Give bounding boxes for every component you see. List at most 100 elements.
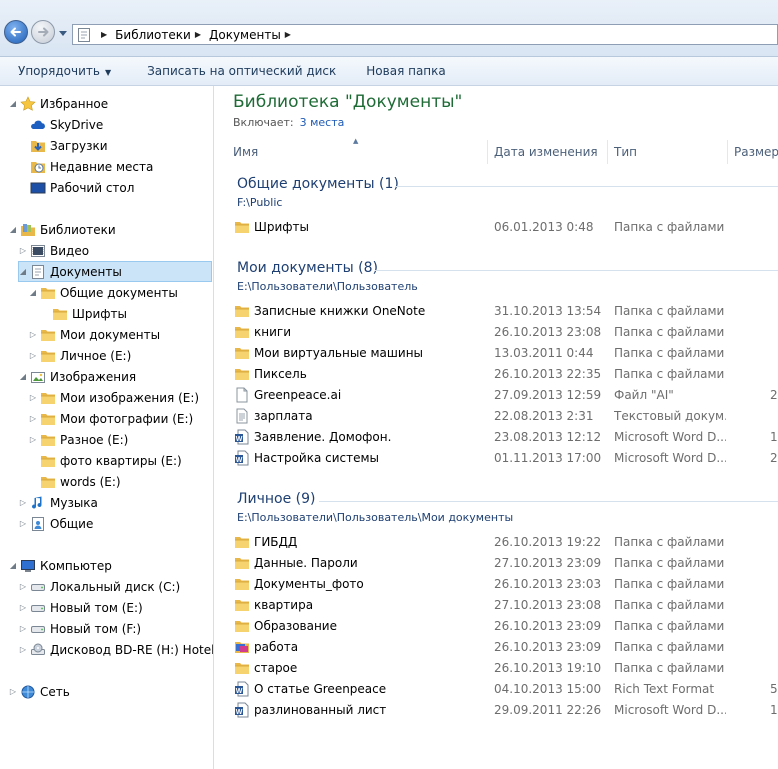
nav-item-label: Документы [50, 264, 122, 279]
burn-to-disc-button[interactable]: Записать на оптический диск [143, 64, 340, 78]
collapsed-chevron-icon[interactable]: ▷ [28, 351, 38, 360]
file-date: 26.10.2013 23:03 [494, 577, 602, 591]
folder-icon [234, 219, 250, 235]
back-button[interactable] [4, 20, 28, 44]
nav-item[interactable]: ▷ Локальный диск (C:) [18, 576, 180, 597]
collapsed-chevron-icon[interactable]: ▷ [18, 603, 28, 612]
file-row[interactable]: старое 26.10.2013 19:10 Папка с файлами [214, 658, 778, 679]
address-box[interactable]: ▶ Библиотеки ▶ Документы ▶ [72, 24, 778, 45]
file-row[interactable]: Шрифты 06.01.2013 0:48 Папка с файлами [214, 217, 778, 238]
nav-item[interactable]: фото квартиры (E:) [28, 450, 182, 471]
nav-item[interactable]: ◢ Библиотеки [8, 219, 116, 240]
file-row[interactable]: Пиксель 26.10.2013 22:35 Папка с файлами [214, 364, 778, 385]
file-row[interactable]: Данные. Пароли 27.10.2013 23:09 Папка с фа… [214, 553, 778, 574]
file-row[interactable]: Мои виртуальные машины 13.03.2011 0:44 Пап… [214, 343, 778, 364]
file-row[interactable]: Документы_фото 26.10.2013 23:03 Папка с фа… [214, 574, 778, 595]
nav-item[interactable]: ▷ Общие [18, 513, 93, 534]
file-row[interactable]: работа 26.10.2013 23:09 Папка с файлами [214, 637, 778, 658]
collapsed-chevron-icon[interactable]: ▷ [8, 687, 18, 696]
nav-item[interactable]: ◢ Изображения [18, 366, 136, 387]
breadcrumb-documents[interactable]: Документы ▶ [209, 28, 299, 42]
nav-item[interactable]: ◢ Общие документы [28, 282, 178, 303]
file-row[interactable]: Образование 26.10.2013 23:09 Папка с файла… [214, 616, 778, 637]
computer-icon [20, 558, 36, 574]
folder-icon [234, 618, 250, 634]
file-row[interactable]: квартира 27.10.2013 23:08 Папка с файлами [214, 595, 778, 616]
pictures-folder-icon [234, 639, 250, 655]
group-header[interactable]: Мои документы (8) [237, 260, 378, 276]
nav-item[interactable]: Рабочий стол [18, 177, 134, 198]
organize-button[interactable]: Упорядочить ▼ [14, 64, 115, 78]
column-header-type[interactable]: Тип [607, 140, 727, 164]
file-row[interactable]: W Заявление. Домофон. 23.08.2013 12:12 Micr… [214, 427, 778, 448]
nav-item[interactable]: ▷ Новый том (F:) [18, 618, 141, 639]
expanded-chevron-icon[interactable]: ◢ [28, 288, 38, 297]
nav-item[interactable]: SkyDrive [18, 114, 103, 135]
nav-item[interactable]: words (E:) [28, 471, 121, 492]
collapsed-chevron-icon[interactable]: ▷ [18, 624, 28, 633]
column-header-date[interactable]: Дата изменения [487, 140, 607, 164]
new-folder-button[interactable]: Новая папка [362, 64, 449, 78]
expanded-chevron-icon[interactable]: ◢ [18, 372, 28, 381]
collapsed-chevron-icon[interactable]: ▷ [28, 393, 38, 402]
collapsed-chevron-icon[interactable]: ▷ [18, 498, 28, 507]
nav-item-label: Локальный диск (C:) [50, 579, 181, 594]
nav-item[interactable]: Шрифты [40, 303, 127, 324]
nav-item-label: Мои документы [60, 327, 161, 342]
file-row[interactable]: Greenpeace.ai 27.09.2013 12:59 Файл "AI" 27 [214, 385, 778, 406]
file-name: книги [254, 325, 291, 339]
nav-item[interactable]: ▷ Мои документы [28, 324, 160, 345]
collapsed-chevron-icon[interactable]: ▷ [18, 582, 28, 591]
file-date: 13.03.2011 0:44 [494, 346, 594, 360]
nav-item[interactable]: ◢ Избранное [8, 93, 108, 114]
collapsed-chevron-icon[interactable]: ▷ [28, 330, 38, 339]
file-row[interactable]: зарплата 22.08.2013 2:31 Текстовый докум..… [214, 406, 778, 427]
nav-item[interactable]: ▷ Сеть [8, 681, 70, 702]
folder-icon [40, 411, 56, 427]
file-row[interactable]: Wразлинованный лист 29.09.2011 22:26 Micro… [214, 700, 778, 721]
column-header-size[interactable]: Размер [727, 140, 778, 164]
navigation-pane: ◢ Избранное SkyDrive Загрузки Недавние места… [0, 86, 214, 769]
expanded-chevron-icon[interactable]: ◢ [8, 561, 18, 570]
nav-item[interactable]: ▷ Дисковод BD-RE (H:) Hotel Ca [18, 639, 213, 660]
collapsed-chevron-icon[interactable]: ▷ [28, 435, 38, 444]
collapsed-chevron-icon[interactable]: ▷ [18, 246, 28, 255]
forward-button[interactable] [31, 20, 55, 44]
breadcrumb-libraries[interactable]: Библиотеки ▶ [115, 28, 209, 42]
file-name: разлинованный лист [254, 703, 387, 717]
file-name: Настройка системы [254, 451, 380, 465]
file-row[interactable]: книги 26.10.2013 23:08 Папка с файлами [214, 322, 778, 343]
nav-item[interactable]: ◢ Документы [18, 261, 122, 282]
nav-item-label: Музыка [50, 495, 98, 510]
nav-item[interactable]: ◢ Компьютер [8, 555, 112, 576]
library-locations-link[interactable]: 3 места [300, 116, 345, 129]
nav-item[interactable]: ▷ Мои фотографии (E:) [28, 408, 193, 429]
collapsed-chevron-icon[interactable]: ▷ [18, 645, 28, 654]
expanded-chevron-icon[interactable]: ◢ [8, 99, 18, 108]
folder-icon [234, 660, 250, 676]
libraries-icon [20, 222, 36, 238]
collapsed-chevron-icon[interactable]: ▷ [28, 414, 38, 423]
folder-icon [234, 366, 250, 382]
expanded-chevron-icon[interactable]: ◢ [18, 267, 28, 276]
expanded-chevron-icon[interactable]: ◢ [8, 225, 18, 234]
nav-item[interactable]: ▷ Мои изображения (E:) [28, 387, 199, 408]
optical-drive-icon [30, 642, 46, 658]
file-row[interactable]: W О статье Greenpeace 04.10.2013 15:00 Rich… [214, 679, 778, 700]
file-row[interactable]: W Настройка системы 01.11.2013 17:00 Micros… [214, 448, 778, 469]
group-path: E:\Пользователи\Пользователь [237, 280, 418, 293]
nav-item[interactable]: ▷ Музыка [18, 492, 98, 513]
nav-item[interactable]: ▷ Разное (E:) [28, 429, 128, 450]
recent-pages-dropdown[interactable] [59, 29, 67, 37]
file-row[interactable]: Записные книжки OneNote 31.10.2013 13:54 П… [214, 301, 778, 322]
nav-item[interactable]: ▷ Личное (E:) [28, 345, 131, 366]
nav-item[interactable]: ▷ Видео [18, 240, 89, 261]
nav-item[interactable]: ▷ Новый том (E:) [18, 597, 143, 618]
nav-item[interactable]: Недавние места [18, 156, 153, 177]
nav-item[interactable]: Загрузки [18, 135, 108, 156]
group-header[interactable]: Личное (9) [237, 491, 316, 507]
file-row[interactable]: ГИБДД 26.10.2013 19:22 Папка с файлами [214, 532, 778, 553]
breadcrumb-root-arrow[interactable]: ▶ [97, 30, 115, 39]
collapsed-chevron-icon[interactable]: ▷ [18, 519, 28, 528]
group-header[interactable]: Общие документы (1) [237, 176, 399, 192]
